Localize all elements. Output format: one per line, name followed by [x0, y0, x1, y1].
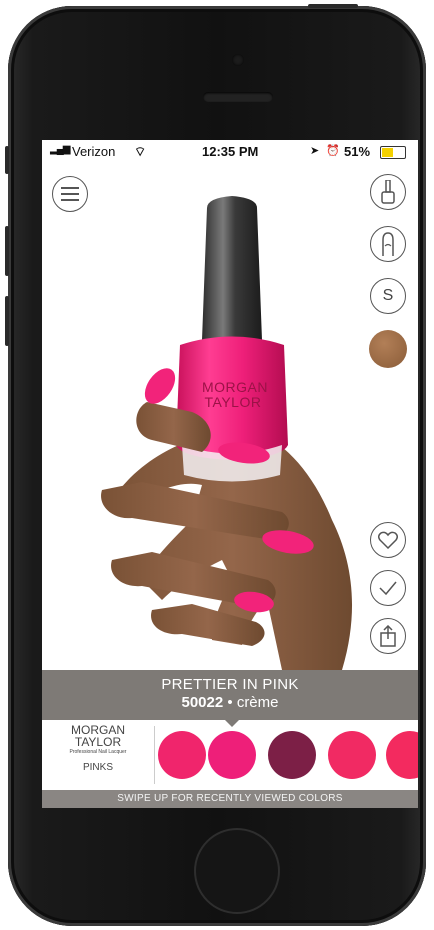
shade-code: 50022	[181, 694, 224, 711]
status-bar: ▂▄▆ Verizon ⌔ 12:35 PM ➤ ⏰ 51%	[42, 140, 418, 162]
swatch-3[interactable]	[268, 731, 316, 779]
shade-separator: •	[227, 694, 233, 711]
volume-up-button	[5, 226, 9, 276]
home-button[interactable]	[194, 828, 280, 914]
carousel-divider	[154, 726, 155, 784]
battery-percent: 51%	[344, 144, 371, 159]
thumb-nail	[144, 368, 176, 404]
menu-button[interactable]	[52, 176, 88, 212]
heart-icon	[378, 531, 398, 549]
carousel-tagline: Professional Nail Lacquer	[69, 749, 127, 755]
size-s-icon: S	[382, 287, 394, 304]
bottle-label: MORGAN TAYLOR	[202, 379, 268, 410]
nail-size-button[interactable]: S	[370, 278, 406, 314]
color-carousel[interactable]: MORGAN TAYLOR Professional Nail Lacquer …	[42, 720, 418, 790]
collection-name: PINKS	[82, 762, 113, 773]
shade-info-bar: PRETTIER IN PINK 50022 • crème	[42, 670, 418, 720]
share-icon	[380, 625, 396, 647]
selected-swatch-pointer	[225, 720, 239, 727]
confirm-button[interactable]	[370, 570, 406, 606]
nail-polish-bottle-icon	[381, 180, 395, 204]
carousel-brand-line2: TAYLOR	[74, 735, 122, 749]
signal-icon: ▂▄▆	[50, 144, 70, 155]
swatch-5[interactable]	[386, 731, 418, 779]
bottle-brand-line1: MORGAN	[202, 379, 268, 395]
alarm-icon: ⏰	[326, 145, 340, 157]
battery-icon	[380, 146, 406, 159]
polish-tool-button[interactable]	[370, 174, 406, 210]
nail-shape-icon	[382, 232, 394, 256]
shade-details: 50022 • crème	[42, 694, 418, 711]
checkmark-icon	[379, 581, 397, 596]
share-button[interactable]	[370, 618, 406, 654]
location-icon: ➤	[310, 145, 320, 157]
front-camera	[232, 54, 244, 66]
carrier-name: Verizon	[72, 144, 116, 159]
swatch-4[interactable]	[328, 731, 376, 779]
skin-tone-swatch[interactable]	[369, 330, 407, 368]
collection-brand[interactable]: MORGAN TAYLOR Professional Nail Lacquer …	[48, 724, 148, 786]
power-button	[308, 4, 358, 8]
app-screen: MORGAN TAYLOR ▂▄▆ Verizon ⌔ 12:35 PM ➤ ⏰…	[42, 140, 418, 808]
earpiece-speaker	[203, 92, 273, 102]
bottle-cap	[202, 196, 262, 345]
favorite-button[interactable]	[370, 522, 406, 558]
shade-name: PRETTIER IN PINK	[161, 676, 299, 693]
hamburger-menu-icon	[61, 187, 79, 201]
shade-finish: crème	[236, 694, 279, 711]
bottle-brand-line2: TAYLOR	[204, 394, 262, 410]
swatch-1[interactable]	[158, 731, 206, 779]
nail-shape-button[interactable]	[370, 226, 406, 262]
wifi-icon: ⌔	[134, 144, 147, 159]
swipe-hint: SWIPE UP FOR RECENTLY VIEWED COLORS	[42, 790, 418, 808]
status-time: 12:35 PM	[202, 144, 259, 159]
battery-level	[382, 148, 393, 157]
volume-down-button	[5, 296, 9, 346]
swatch-2[interactable]	[208, 731, 256, 779]
mute-switch	[5, 146, 9, 174]
